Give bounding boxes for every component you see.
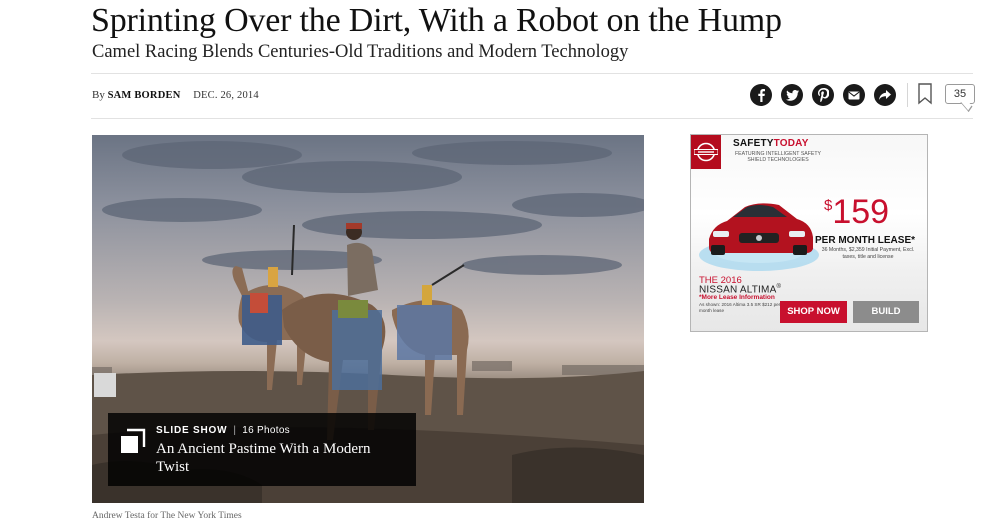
pinterest-icon <box>817 88 829 102</box>
publish-date: DEC. 26, 2014 <box>193 90 259 101</box>
top-divider <box>91 73 973 74</box>
twitter-icon <box>785 89 799 101</box>
ad-safety-heading: SAFETYTODAY <box>733 138 809 149</box>
photo-count: 16 Photos <box>242 425 290 436</box>
nissan-advertisement[interactable]: SAFETYTODAY FEATURING INTELLIGENT SAFETY… <box>690 134 928 332</box>
twitter-share-button[interactable] <box>781 84 803 106</box>
article-summary: Camel Racing Blends Centuries-Old Tradit… <box>92 42 629 62</box>
ad-safety-word: SAFETY <box>733 138 774 149</box>
ad-price-currency: $ <box>824 197 833 214</box>
ad-more-lease-link[interactable]: *More Lease Information <box>699 294 775 301</box>
save-bookmark-button[interactable] <box>918 83 932 110</box>
article-headline: Sprinting Over the Dirt, With a Robot on… <box>91 2 782 39</box>
nissan-logo-box <box>691 135 721 169</box>
slideshow-meta: SLIDE SHOW | 16 Photos <box>156 425 290 436</box>
author-link[interactable]: SAM BORDEN <box>108 90 181 101</box>
email-icon <box>848 91 860 100</box>
ad-lease-label: PER MONTH LEASE* <box>815 235 916 246</box>
nissan-logo <box>693 142 719 162</box>
comments-count-button[interactable]: 35 <box>945 84 975 104</box>
more-share-icon <box>879 90 891 100</box>
facebook-share-button[interactable] <box>750 84 772 106</box>
slideshow-title[interactable]: An Ancient Pastime With a Modern Twist <box>156 440 396 476</box>
ad-model-mark: ® <box>776 284 782 290</box>
photo-credit: Andrew Testa for The New York Times <box>92 511 242 521</box>
byline: By SAM BORDEN DEC. 26, 2014 <box>92 89 259 101</box>
ad-featuring-text: FEATURING INTELLIGENT SAFETY SHIELD TECH… <box>735 151 821 163</box>
ad-today-word: TODAY <box>773 138 809 149</box>
ad-price-amount: 159 <box>832 193 890 231</box>
slideshow-label: SLIDE SHOW <box>156 425 228 436</box>
bookmark-icon <box>918 83 932 109</box>
email-share-button[interactable] <box>843 84 865 106</box>
byline-divider <box>91 118 973 119</box>
ad-shop-now-button[interactable]: SHOP NOW <box>780 301 847 323</box>
share-divider <box>907 83 908 107</box>
byline-prefix: By <box>92 89 105 101</box>
slideshow-icon <box>120 428 146 454</box>
slideshow-overlay[interactable]: SLIDE SHOW | 16 Photos An Ancient Pastime … <box>108 413 416 486</box>
slideshow-separator: | <box>233 425 237 436</box>
ad-price: $159 <box>824 195 889 229</box>
ad-car-image <box>699 203 819 271</box>
more-share-button[interactable] <box>874 84 896 106</box>
pinterest-share-button[interactable] <box>812 84 834 106</box>
facebook-icon <box>756 88 766 102</box>
ad-build-button[interactable]: BUILD <box>853 301 919 323</box>
ad-shown-disclaimer: As shown: 2016 Altima 3.5 SR $212 per mo… <box>699 302 781 313</box>
ad-terms: 36 Months, $2,359 Initial Payment, Excl.… <box>821 247 915 260</box>
